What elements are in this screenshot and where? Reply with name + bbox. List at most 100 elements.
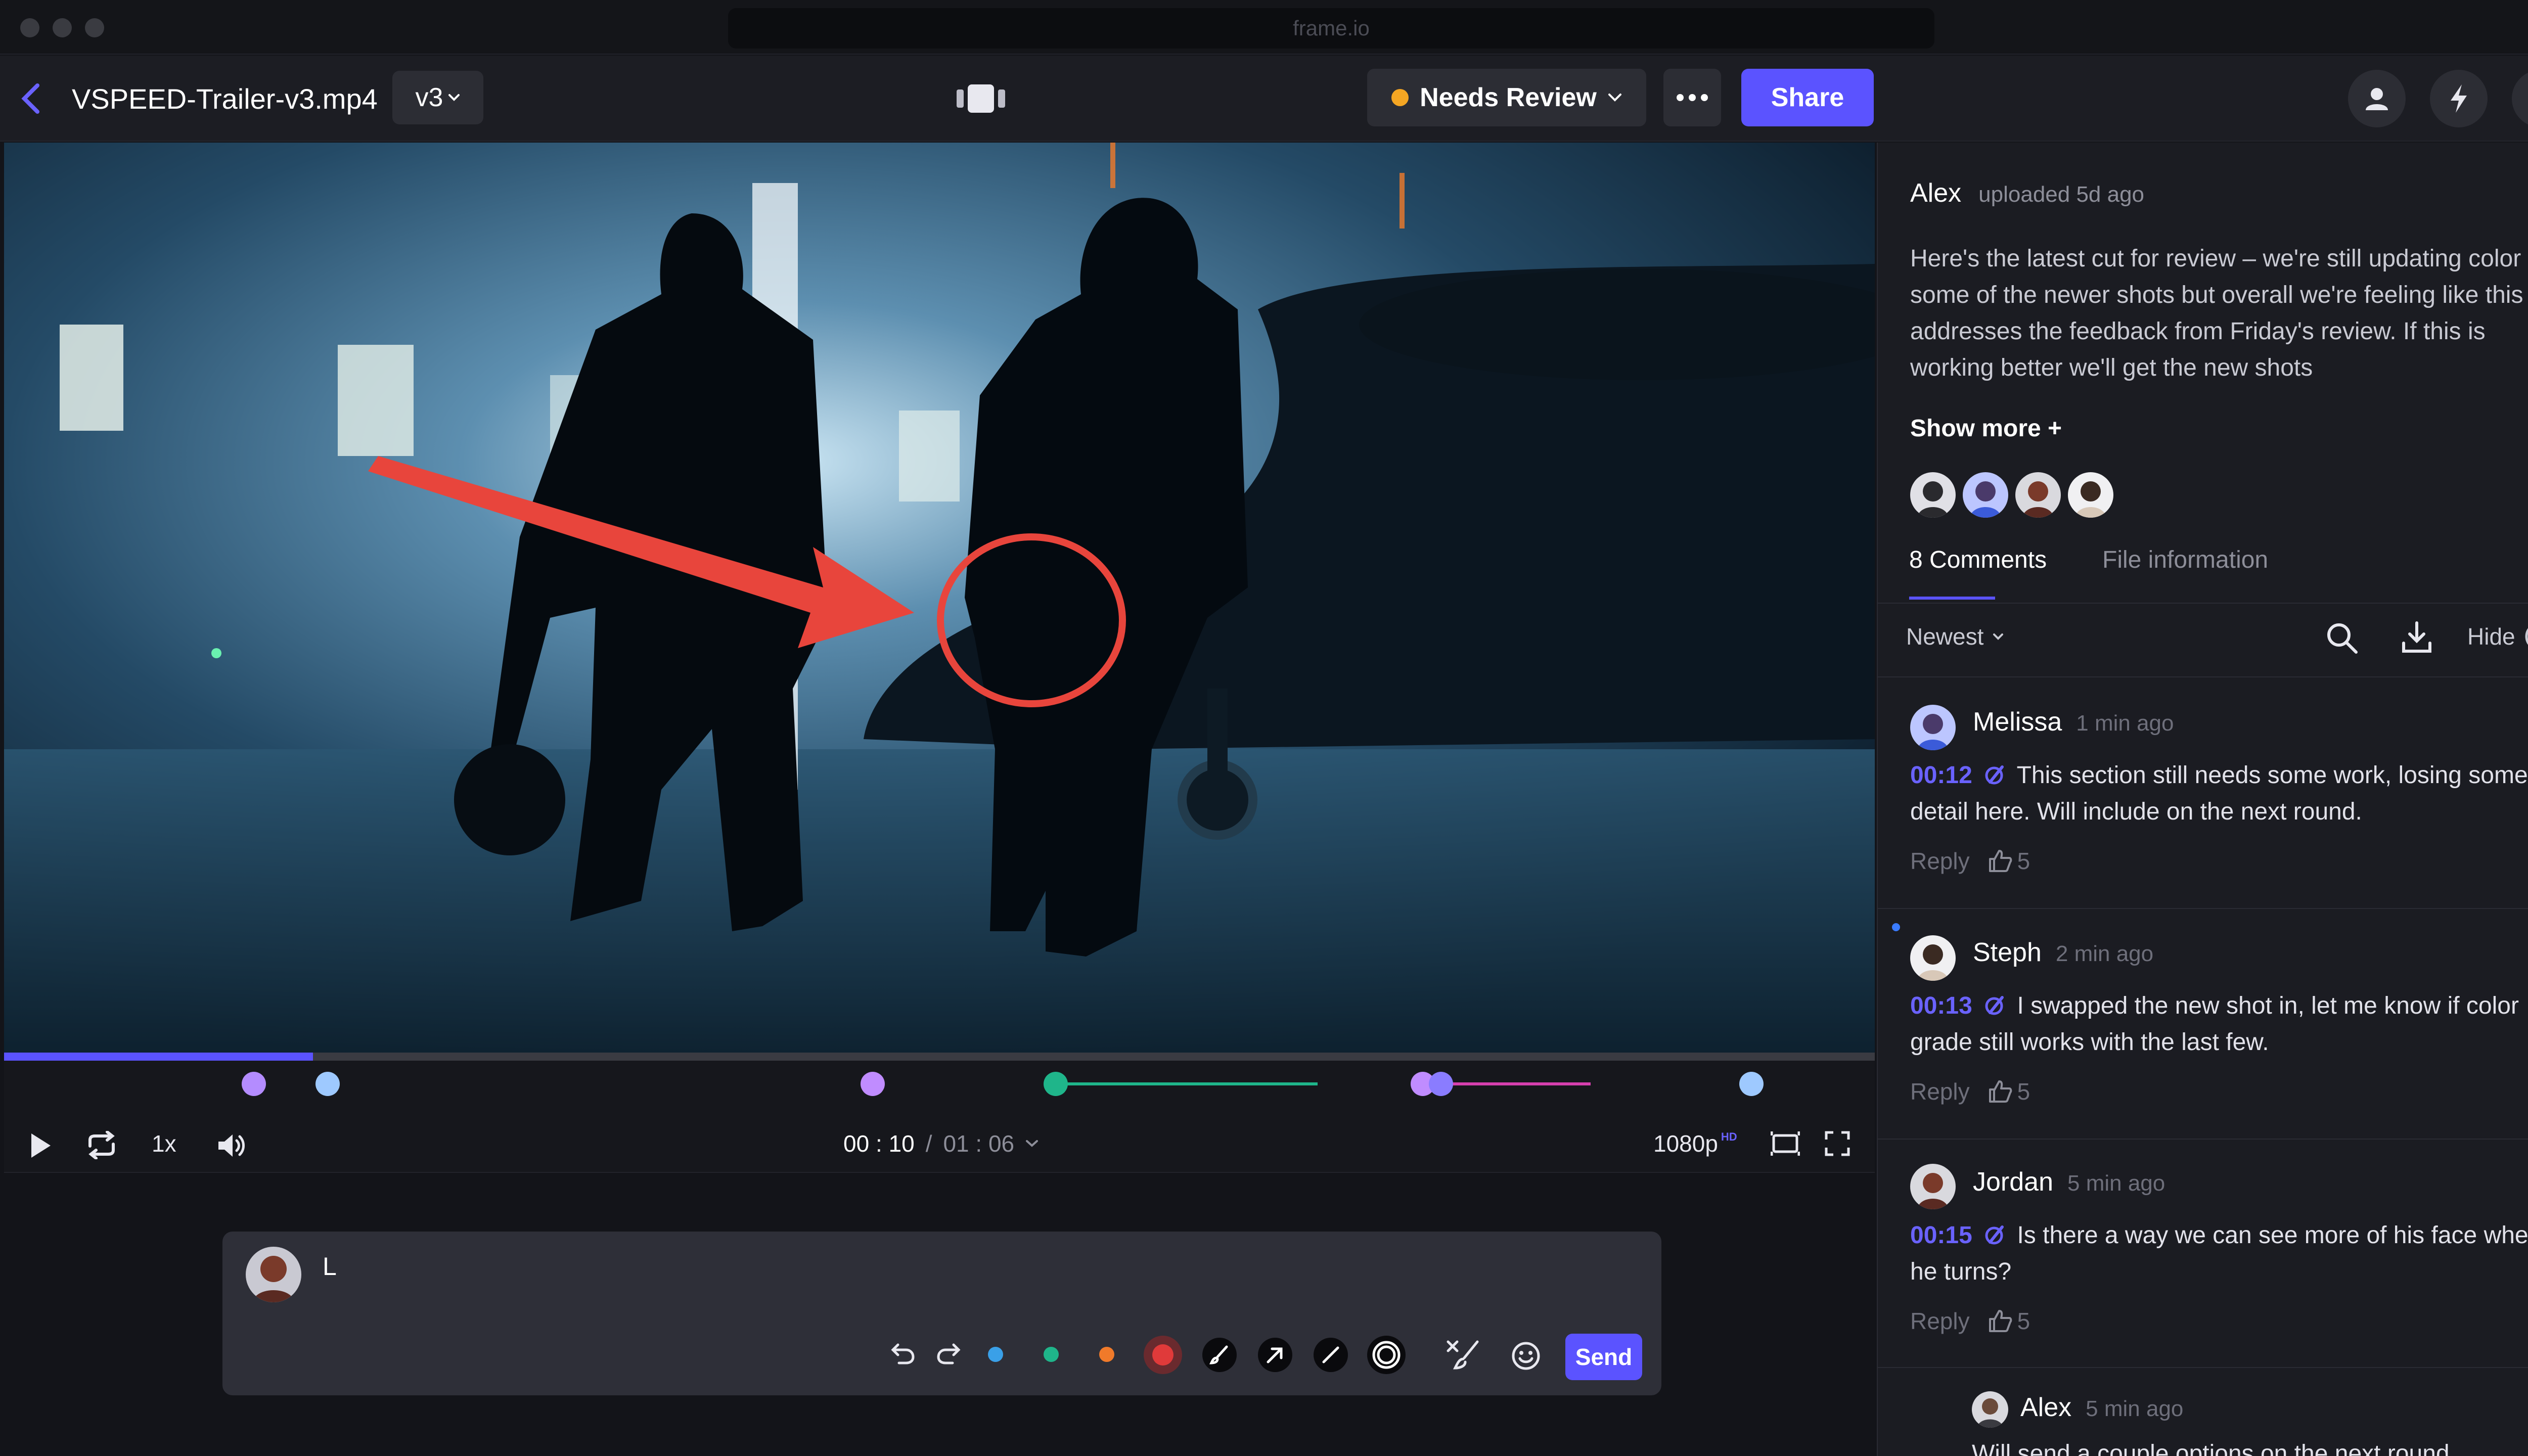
- version-dropdown[interactable]: v3: [392, 71, 483, 124]
- window-minimize-button[interactable]: [53, 18, 72, 37]
- hide-completed-toggle[interactable]: Hide: [2467, 622, 2528, 651]
- search-icon: [2327, 623, 2358, 654]
- chevron-left-icon: [21, 83, 39, 114]
- chevron-down-icon: [1608, 94, 1621, 102]
- status-label: Needs Review: [1420, 83, 1597, 112]
- reply-header: Alex 5 min ago: [2020, 1392, 2183, 1423]
- brush-icon: [1209, 1345, 1228, 1364]
- reply-button[interactable]: Reply: [1910, 847, 1970, 875]
- version-label: v3: [415, 83, 443, 112]
- tabs-divider: [1878, 603, 2528, 604]
- comment-header: Jordan 5 min ago: [1973, 1167, 2165, 1197]
- annotation-icon: [1985, 1225, 2004, 1245]
- thumbs-up-icon[interactable]: [1987, 1308, 2013, 1334]
- arrow-up-right-icon: [1267, 1347, 1283, 1363]
- sort-dropdown[interactable]: Newest: [1906, 623, 2004, 650]
- color-swatch-green[interactable]: [1044, 1347, 1059, 1362]
- search-comments-button[interactable]: [2326, 622, 2358, 654]
- comment-actions: Reply 5: [1910, 1307, 2030, 1335]
- annotation-icon: [1985, 996, 2004, 1015]
- play-icon: [31, 1133, 51, 1158]
- time-separator: /: [925, 1130, 932, 1157]
- quality-selector[interactable]: 1080p HD: [1653, 1123, 1737, 1164]
- safe-zones-button[interactable]: [1771, 1127, 1803, 1160]
- current-user-avatar: [246, 1247, 301, 1302]
- color-swatch-blue[interactable]: [988, 1347, 1003, 1362]
- send-button[interactable]: Send: [1565, 1334, 1642, 1380]
- tab-comments[interactable]: 8 Comments: [1909, 546, 2047, 574]
- upload-info: Alex uploaded 5d ago: [1910, 178, 2144, 208]
- view-mode-button[interactable]: [953, 81, 1009, 116]
- unread-indicator: [1892, 923, 1900, 931]
- selected-color-dot: [1152, 1344, 1173, 1366]
- redo-button[interactable]: [935, 1340, 962, 1366]
- back-button[interactable]: [15, 81, 46, 116]
- check-circle-icon: [2525, 627, 2528, 646]
- undo-button[interactable]: [890, 1340, 916, 1366]
- play-button[interactable]: [29, 1125, 60, 1166]
- loop-icon: [88, 1131, 115, 1159]
- comment-timecode[interactable]: 00:12: [1910, 762, 1972, 789]
- shape-tool[interactable]: [1367, 1336, 1406, 1374]
- thumbs-up-icon[interactable]: [1987, 848, 2013, 874]
- comment-timecode[interactable]: 00:15: [1910, 1222, 1972, 1249]
- aspect-ratio-icon: [1771, 1131, 1800, 1156]
- quick-actions-button[interactable]: [2430, 70, 2488, 127]
- video-frame[interactable]: [4, 143, 1875, 1053]
- window-close-button[interactable]: [20, 18, 39, 37]
- share-button[interactable]: Share: [1741, 69, 1874, 126]
- status-dropdown[interactable]: Needs Review: [1367, 69, 1646, 126]
- clear-drawing-button[interactable]: [1444, 1338, 1480, 1372]
- commenter-avatar: [1910, 935, 1956, 981]
- volume-button[interactable]: [216, 1125, 250, 1166]
- comment-marker-track[interactable]: [4, 1061, 1875, 1116]
- download-comments-button[interactable]: [2401, 621, 2433, 654]
- current-time: 00 : 10: [843, 1130, 915, 1157]
- viewer-avatars: [1910, 472, 2113, 518]
- line-tool[interactable]: [1314, 1338, 1348, 1372]
- reply-button[interactable]: Reply: [1910, 1078, 1970, 1105]
- account-button[interactable]: [2348, 70, 2406, 127]
- address-bar[interactable]: frame.io: [728, 8, 1934, 49]
- comment-input[interactable]: L: [323, 1252, 337, 1281]
- avatar[interactable]: [1963, 472, 2008, 518]
- comment-timecode[interactable]: 00:13: [1910, 992, 1972, 1019]
- circle-shape-icon: [1372, 1341, 1401, 1369]
- show-more-link[interactable]: Show more +: [1910, 415, 2062, 442]
- commenter-avatar: [1910, 1164, 1956, 1209]
- hide-label: Hide: [2467, 623, 2515, 650]
- file-description: Here's the latest cut for review – we're…: [1910, 245, 2528, 381]
- emoji-button[interactable]: [1511, 1341, 1541, 1371]
- color-swatch-red-selected[interactable]: [1144, 1336, 1182, 1374]
- reply-button[interactable]: Reply: [1910, 1307, 1970, 1335]
- comment-divider: [1878, 1367, 2528, 1368]
- more-options-button[interactable]: [1663, 69, 1721, 126]
- playback-speed[interactable]: 1x: [152, 1123, 176, 1164]
- lightning-icon: [2451, 84, 2467, 113]
- fullscreen-icon: [1825, 1131, 1850, 1156]
- video-still: [4, 143, 1875, 1053]
- window-zoom-button[interactable]: [85, 18, 104, 37]
- fullscreen-button[interactable]: [1824, 1127, 1857, 1160]
- thumbs-up-icon[interactable]: [1987, 1078, 2013, 1105]
- comment-actions: Reply 5: [1910, 847, 2030, 875]
- download-icon: [2402, 621, 2431, 653]
- comment-body: 00:13 I swapped the new shot in, let me …: [1910, 988, 2528, 1061]
- tab-file-information[interactable]: File information: [2102, 546, 2268, 574]
- brush-tool[interactable]: [1202, 1338, 1237, 1372]
- carousel-icon: [957, 84, 1005, 113]
- comment-header: Steph 2 min ago: [1973, 937, 2153, 968]
- color-swatch-orange[interactable]: [1099, 1347, 1114, 1362]
- avatar[interactable]: [1910, 472, 1956, 518]
- playback-progress-bar[interactable]: [4, 1053, 1875, 1061]
- reply-text: Will send a couple options on the next r…: [1972, 1440, 2450, 1456]
- uploader-name: Alex: [1910, 178, 1962, 208]
- avatar[interactable]: [2068, 472, 2113, 518]
- arrow-tool[interactable]: [1258, 1338, 1292, 1372]
- avatar[interactable]: [2015, 472, 2061, 518]
- annotation-icon: [1985, 765, 2004, 785]
- loop-button[interactable]: [85, 1128, 121, 1162]
- timecode-display[interactable]: 00 : 10 / 01 : 06: [843, 1123, 1039, 1164]
- chevron-down-icon: [1993, 633, 2004, 640]
- like-count: 5: [2017, 1078, 2030, 1105]
